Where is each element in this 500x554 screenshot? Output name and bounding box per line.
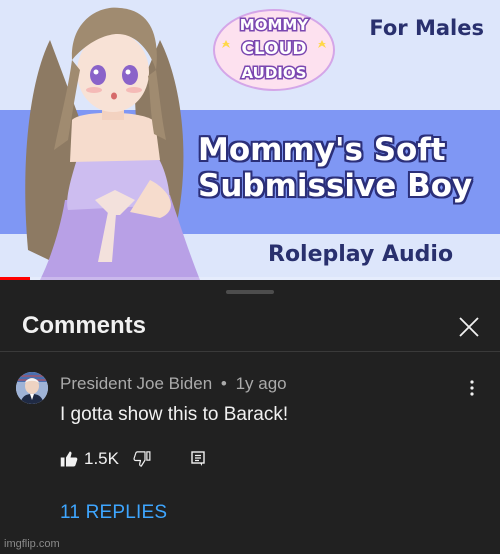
character-illustration <box>25 7 200 280</box>
svg-text:AUDIOS: AUDIOS <box>242 64 307 82</box>
comment-author[interactable]: President Joe Biden <box>60 374 212 393</box>
more-vert-icon <box>470 380 474 396</box>
comments-heading: Comments <box>22 312 147 339</box>
comments-header: Comments <box>0 304 500 352</box>
comment-item: President Joe Biden • 1y ago I gotta sho… <box>0 362 500 542</box>
svg-text:MOMMY: MOMMY <box>240 16 310 34</box>
video-thumbnail[interactable]: MOMMY CLOUD AUDIOS For Males Mommy's Sof… <box>0 0 500 280</box>
like-button[interactable]: 1.5K <box>60 449 119 469</box>
view-replies-link[interactable]: 11 REPLIES <box>60 502 167 524</box>
audience-tag: For Males <box>369 16 484 40</box>
drag-handle[interactable] <box>226 290 274 294</box>
thumbs-down-icon <box>133 451 151 467</box>
video-subtitle-art: Roleplay Audio <box>268 242 454 267</box>
mommy-cloud-audios-logo: MOMMY CLOUD AUDIOS <box>213 9 335 91</box>
title-line-1: Mommy's Soft <box>198 132 446 168</box>
reply-icon <box>191 451 205 466</box>
like-count: 1.5K <box>84 449 119 468</box>
comments-sheet: Comments President Joe Biden • 1y ago I … <box>0 280 500 554</box>
comment-text: I gotta show this to Barack! <box>60 404 289 425</box>
more-options-button[interactable] <box>462 376 482 400</box>
close-icon <box>459 317 479 337</box>
reply-button[interactable] <box>191 451 205 467</box>
comment-meta: President Joe Biden • 1y ago <box>60 374 287 394</box>
svg-text:CLOUD: CLOUD <box>241 39 306 59</box>
thumbs-up-icon <box>60 451 78 467</box>
close-button[interactable] <box>452 310 486 344</box>
imgflip-watermark: imgflip.com <box>4 538 60 550</box>
avatar-image <box>16 372 48 404</box>
video-title-art: Mommy's Soft Submissive Boy <box>198 132 498 204</box>
title-line-2: Submissive Boy <box>198 168 473 204</box>
avatar[interactable] <box>16 372 48 404</box>
comment-time: 1y ago <box>235 374 287 393</box>
meta-separator: • <box>220 374 227 393</box>
dislike-button[interactable] <box>133 450 151 468</box>
comment-actions: 1.5K <box>60 446 205 472</box>
